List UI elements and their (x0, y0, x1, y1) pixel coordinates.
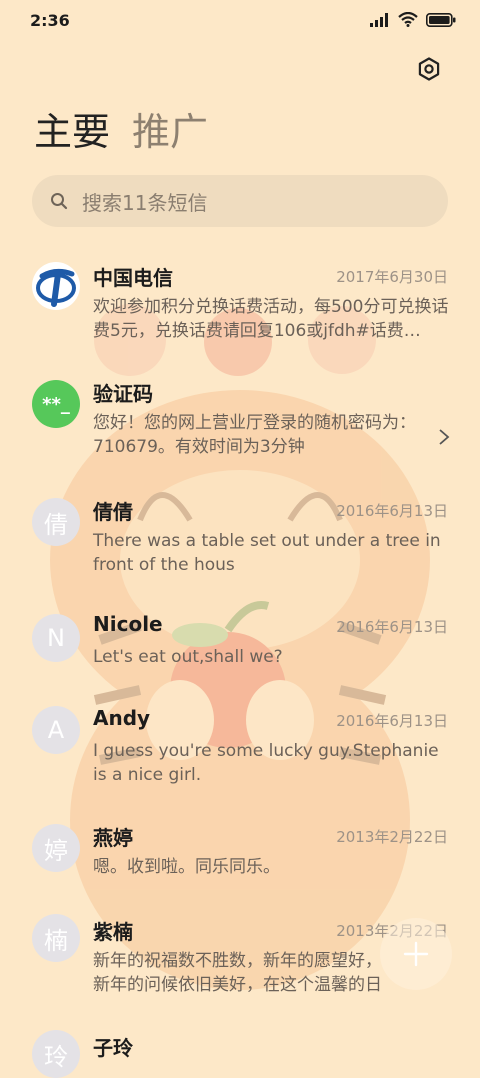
avatar: A (32, 706, 80, 754)
message-date: 2017年6月30日 (336, 268, 448, 286)
tab-bar: 主要 推广 (34, 108, 208, 156)
sender-name: 验证码 (93, 382, 153, 406)
avatar: 婷 (32, 824, 80, 872)
message-item[interactable]: A Andy 2016年6月13日 I guess you're some lu… (0, 696, 480, 812)
avatar: N (32, 614, 80, 662)
status-time: 2:36 (30, 11, 70, 30)
message-preview: 新年的祝福数不胜数，新年的愿望好，新年的问候依旧美好，在这个温馨的日 (93, 949, 383, 997)
search-input[interactable]: 搜索11条短信 (82, 187, 207, 216)
avatar: 倩 (32, 498, 80, 546)
signal-icon (370, 12, 388, 27)
status-icons (370, 12, 456, 27)
message-item[interactable]: N Nicole 2016年6月13日 Let's eat out,shall … (0, 602, 480, 696)
sender-name: 倩倩 (93, 500, 133, 524)
message-date: 2013年2月22日 (336, 828, 448, 846)
settings-button[interactable] (414, 54, 444, 84)
status-bar: 2:36 (0, 0, 480, 42)
chevron-right-icon[interactable] (438, 428, 450, 446)
message-item[interactable]: 倩 倩倩 2016年6月13日 There was a table set ou… (0, 486, 480, 602)
tab-promotions[interactable]: 推广 (132, 108, 208, 156)
sender-name: 紫楠 (93, 920, 133, 944)
sender-name: Andy (93, 706, 151, 730)
message-date: 2016年6月13日 (336, 502, 448, 520)
wifi-icon (398, 12, 418, 27)
avatar: **_ (32, 380, 80, 428)
sender-name: 中国电信 (93, 266, 173, 290)
avatar: 玲 (32, 1030, 80, 1078)
search-icon (50, 192, 68, 210)
search-bar[interactable]: 搜索11条短信 (32, 175, 448, 227)
message-date: 2016年6月13日 (336, 712, 448, 730)
sender-name: Nicole (93, 612, 163, 636)
message-date: 2016年6月13日 (336, 618, 448, 636)
message-item[interactable]: 婷 燕婷 2013年2月22日 嗯。收到啦。同乐同乐。 (0, 812, 480, 906)
message-preview: Let's eat out,shall we? (93, 647, 283, 667)
message-preview-text: 新年的祝福数不胜数，新年的愿望好，新年的问候依旧美好，在这个温馨的日 (93, 951, 382, 995)
sender-name: 燕婷 (93, 826, 133, 850)
message-item-verification-code[interactable]: **_ 验证码 您好！您的网上营业厅登录的随机密码为：710679。有效时间为3… (0, 368, 480, 486)
message-preview: 您好！您的网上营业厅登录的随机密码为：710679。有效时间为3分钟 (93, 413, 416, 457)
message-item-china-telecom[interactable]: 中国电信 2017年6月30日 欢迎参加积分兑换话费活动，每500分可兑换话费5… (0, 252, 480, 368)
battery-icon (426, 12, 456, 27)
message-item[interactable]: 玲 子玲 (0, 1022, 480, 1078)
tab-primary[interactable]: 主要 (34, 108, 110, 156)
compose-button[interactable] (380, 918, 452, 990)
plus-icon (403, 941, 429, 967)
message-preview: 嗯。收到啦。同乐同乐。 (93, 857, 280, 877)
china-telecom-logo (32, 262, 80, 310)
avatar: 楠 (32, 914, 80, 962)
message-preview: 欢迎参加积分兑换话费活动，每500分可兑换话费5元，兑换话费请回复106或jfd… (93, 297, 449, 341)
settings-icon (418, 57, 440, 81)
message-preview: I guess you're some lucky guy.Stephanie … (93, 741, 439, 785)
message-preview: There was a table set out under a tree i… (93, 531, 441, 575)
sender-name: 子玲 (93, 1036, 133, 1060)
